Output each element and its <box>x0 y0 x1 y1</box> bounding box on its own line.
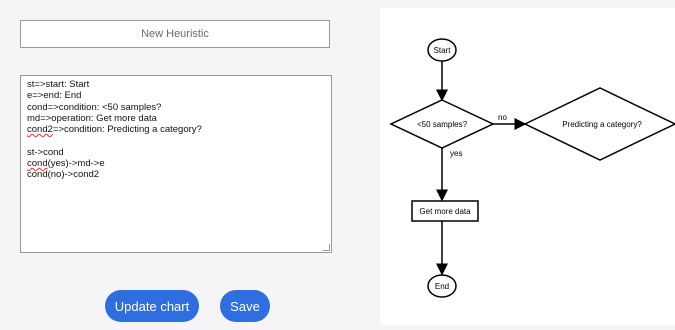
end-label: End <box>435 282 449 291</box>
code-text: =>condition: Predicting a category? <box>52 124 202 136</box>
spellcheck-word: cond <box>27 158 48 170</box>
operation-label: Get more data <box>419 207 471 216</box>
code-line: e=>end: End <box>27 90 82 102</box>
code-line: cond(no)->cond2 <box>27 169 100 181</box>
flowchart-svg: Start <50 samples? no Predicting a categ… <box>389 38 675 298</box>
code-line: cond=>condition: <50 samples? <box>27 101 162 113</box>
code-text: (yes)->md->e <box>47 158 105 170</box>
code-line: st->cond <box>27 146 64 158</box>
code-line: cond2=>condition: Predicting a category? <box>27 124 325 135</box>
cond-label: <50 samples? <box>417 120 468 129</box>
code-line: cond(yes)->md->e <box>27 158 325 169</box>
flowchart-preview: Start <50 samples? no Predicting a categ… <box>380 8 675 325</box>
yes-label: yes <box>450 149 462 158</box>
heuristic-name-input[interactable] <box>20 20 330 48</box>
no-label: no <box>498 113 507 122</box>
cond2-label: Predicting a category? <box>562 120 642 129</box>
spellcheck-word: cond2 <box>27 124 53 136</box>
code-line: md=>operation: Get more data <box>27 112 157 124</box>
editor-panel: st=>start: Start e=>end: End cond=>condi… <box>0 0 380 325</box>
save-button[interactable]: Save <box>220 290 270 322</box>
flowchart-code-textarea[interactable]: st=>start: Start e=>end: End cond=>condi… <box>20 75 332 253</box>
start-label: Start <box>434 46 452 55</box>
resize-handle-icon[interactable] <box>323 244 330 251</box>
code-line: st=>start: Start <box>27 79 90 90</box>
update-chart-button[interactable]: Update chart <box>105 290 199 322</box>
